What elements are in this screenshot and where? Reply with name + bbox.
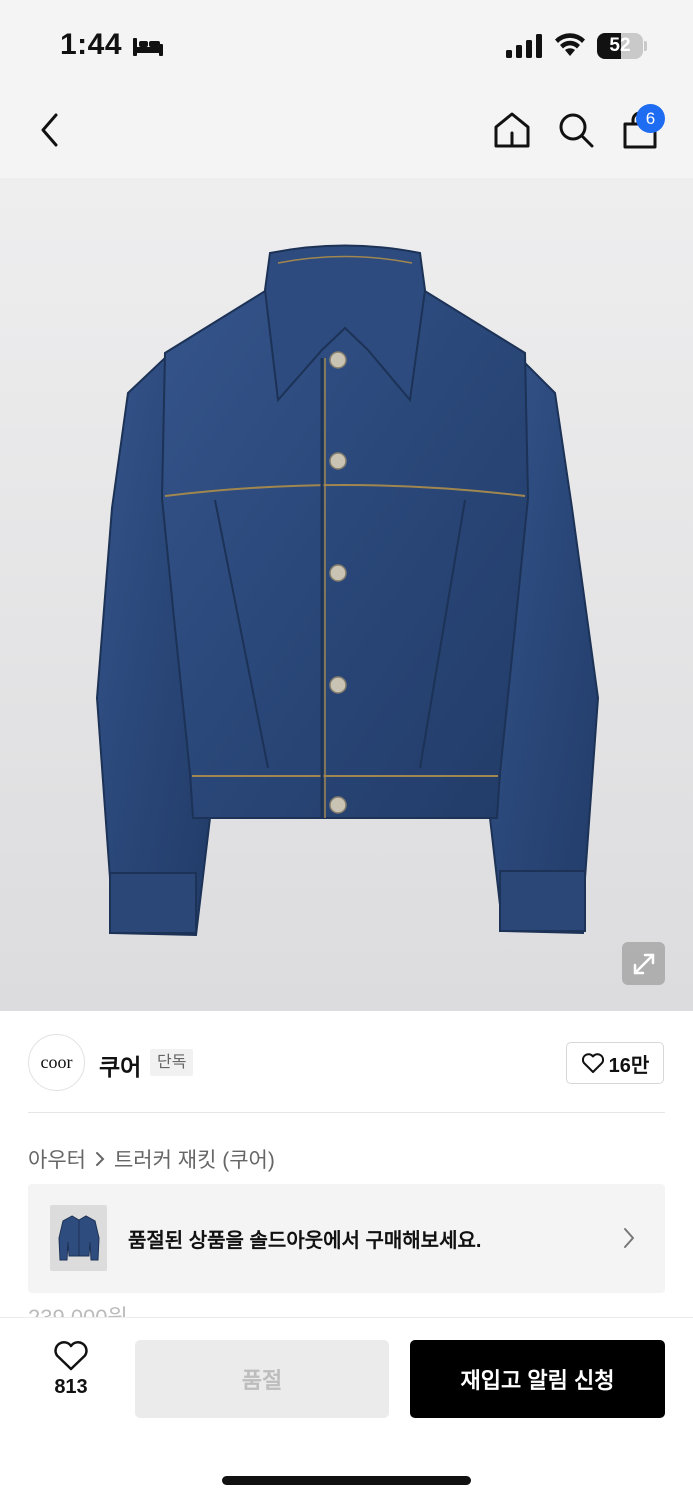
divider [28,1112,665,1113]
restock-alert-button[interactable]: 재입고 알림 신청 [410,1340,665,1418]
home-icon [494,112,530,148]
battery-cap [644,41,647,51]
back-icon [41,113,58,147]
breadcrumb-category[interactable]: 아우터 [28,1144,86,1174]
cart-count-badge: 6 [636,104,665,133]
exclusive-tag: 단독 [150,1049,194,1076]
home-button[interactable] [490,108,534,152]
back-button[interactable] [30,110,70,150]
search-button[interactable] [554,108,598,152]
chevron-right-icon [95,1152,105,1166]
wishlist-count: 813 [54,1376,88,1398]
brand-like-count: 16만 [608,1054,650,1077]
soldout-banner[interactable]: 품절된 상품을 솔드아웃에서 구매해보세요. [28,1184,665,1293]
brand-row: coor 쿠어 단독 16만 [0,1011,693,1114]
soldout-message: 품절된 상품을 솔드아웃에서 구매해보세요. [128,1230,482,1252]
denim-jacket-illustration [95,244,600,937]
battery-level: 52 [609,35,631,56]
wifi-icon [555,33,585,56]
expand-icon [633,953,654,974]
heart-icon [54,1341,88,1371]
status-bar: 1:44 52 [0,0,693,90]
bottom-action-bar: 813 품절 재입고 알림 신청 [0,1317,693,1500]
soldout-button[interactable]: 품절 [135,1340,389,1418]
breadcrumb: 아우터 트러커 재킷 (쿠어) [28,1144,275,1174]
brand-like-button[interactable]: 16만 [566,1042,664,1084]
heart-icon [581,1053,604,1073]
signal-icon [506,34,542,58]
product-image[interactable] [0,178,693,1011]
soldout-thumbnail [50,1205,107,1271]
chevron-right-icon [624,1228,634,1248]
expand-image-button[interactable] [622,942,665,985]
home-indicator [222,1476,471,1485]
brand-logo[interactable]: coor [28,1034,85,1091]
wishlist-button[interactable]: 813 [38,1340,104,1406]
jacket-thumbnail-icon [57,1215,100,1261]
breadcrumb-product[interactable]: 트러커 재킷 (쿠어) [114,1144,275,1174]
search-icon [559,113,594,148]
status-time: 1:44 [60,28,123,61]
nav-bar [0,90,693,178]
battery-icon: 52 [597,33,643,59]
bed-icon [133,38,163,56]
brand-name[interactable]: 쿠어 [99,1048,141,1082]
